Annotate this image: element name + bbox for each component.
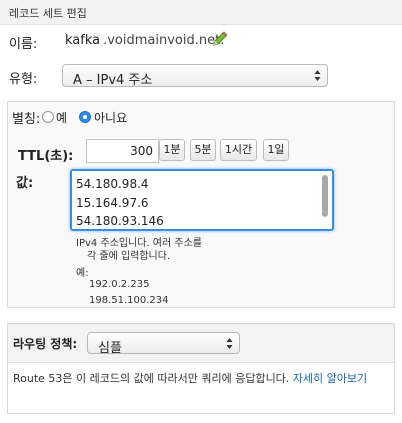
panel-header: 레코드 세트 편집 xyxy=(0,0,402,25)
updown-arrows-icon xyxy=(314,70,321,81)
panel-title: 레코드 세트 편집 xyxy=(9,7,87,20)
value-scrollbar[interactable] xyxy=(322,175,328,217)
type-label: 유형: xyxy=(9,72,38,87)
record-name-prefix: kafka xyxy=(65,33,101,48)
ttl-label: TTL(초): xyxy=(18,149,74,164)
alias-no-radio[interactable] xyxy=(79,111,91,123)
type-select[interactable]: A – IPv4 주소 xyxy=(62,64,328,88)
routing-policy-description: Route 53은 이 레코드의 값에 따라서만 쿼리에 응답합니다. 자세히 … xyxy=(13,370,393,388)
ttl-input[interactable]: 300 xyxy=(86,139,159,163)
alias-yes-label: 예 xyxy=(56,111,68,125)
routing-policy-bar: 라우팅 정책: 심플 xyxy=(8,324,394,363)
pencil-icon[interactable] xyxy=(211,31,229,49)
record-name: kafka .voidmainvoid.net. xyxy=(65,33,224,48)
learn-more-link[interactable]: 자세히 알아보기 xyxy=(293,372,367,385)
help-example-1: 192.0.2.235 xyxy=(89,279,150,290)
routing-description-text: Route 53은 이 레코드의 값에 따라서만 쿼리에 응답합니다. xyxy=(13,372,290,385)
name-label: 이름: xyxy=(9,37,38,52)
help-text-line2: 각 줄에 입력합니다. xyxy=(87,251,171,262)
ttl-1hour-button[interactable]: 1시간 xyxy=(220,139,257,161)
value-line: 15.164.97.6 xyxy=(76,196,149,210)
ttl-5min-button[interactable]: 5분 xyxy=(190,139,216,161)
ttl-1min-button[interactable]: 1분 xyxy=(159,139,185,161)
updown-arrows-icon xyxy=(226,338,233,349)
alias-label: 별칭: xyxy=(12,112,41,127)
routing-policy-panel: 라우팅 정책: 심플 Route 53은 이 레코드의 값에 따라서만 쿼리에 … xyxy=(7,323,395,414)
record-domain: .voidmainvoid.net. xyxy=(103,33,225,48)
help-example-2: 198.51.100.234 xyxy=(89,295,169,306)
routing-policy-select[interactable]: 심플 xyxy=(87,332,240,356)
help-example-label: 예: xyxy=(76,268,89,279)
record-settings-panel: 별칭: 예 아니요 TTL(초): 300 1분 5분 1시간 1일 값: 54… xyxy=(7,101,395,308)
value-line: 54.180.93.146 xyxy=(76,214,164,228)
type-select-value: A – IPv4 주소 xyxy=(73,73,153,88)
routing-policy-value: 심플 xyxy=(98,341,122,356)
routing-policy-label: 라우팅 정책: xyxy=(13,337,78,351)
ttl-1day-button[interactable]: 1일 xyxy=(263,139,289,161)
value-textarea[interactable]: 54.180.98.4 15.164.97.6 54.180.93.146 xyxy=(70,169,334,231)
alias-yes-radio[interactable] xyxy=(42,111,54,123)
value-line: 54.180.98.4 xyxy=(76,177,149,191)
alias-no-label: 아니요 xyxy=(94,111,128,125)
value-label: 값: xyxy=(16,176,34,191)
